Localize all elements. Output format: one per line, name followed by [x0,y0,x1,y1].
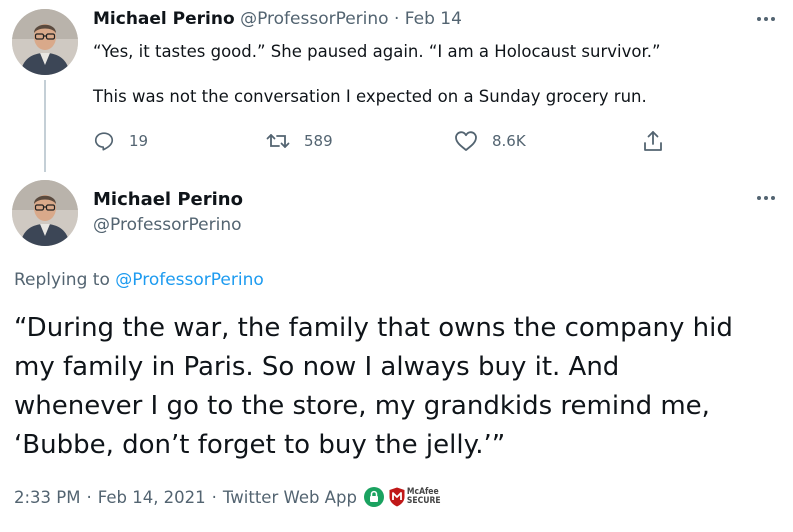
more-icon[interactable] [755,193,777,203]
tweet1-actions: 19 589 8.6K [93,129,673,153]
retweet-icon [266,134,290,148]
mcafee-line2: SECURE [406,496,441,506]
like-button[interactable]: 8.6K [454,129,526,153]
author-handle[interactable]: @ProfessorPerino [93,215,242,235]
reply-icon [94,132,114,151]
replying-to-link[interactable]: @ProfessorPerino [115,270,264,290]
replying-to: Replying to @ProfessorPerino [14,270,264,290]
avatar[interactable] [12,9,78,75]
heart-icon [455,131,477,151]
share-button[interactable] [642,129,678,153]
reply-count: 19 [129,132,149,150]
mcafee-shield-icon [389,487,405,507]
more-icon[interactable] [755,14,777,24]
mcafee-badge[interactable]: McAfee SECURE [389,487,441,507]
tweet2-text-line: ‘Bubbe, don’t forget to buy the jelly.’” [14,430,506,460]
tweet-meta: 2:33 PM · Feb 14, 2021 · Twitter Web App… [14,487,441,507]
replying-prefix: Replying to [14,270,110,290]
meta-separator: · [86,487,92,507]
author-name[interactable]: Michael Perino [93,189,243,210]
author-handle[interactable]: @ProfessorPerino [240,9,389,29]
header-separator: · [393,9,400,29]
like-count: 8.6K [492,132,526,150]
mcafee-label: McAfee SECURE [407,488,441,506]
thread-line [44,80,46,172]
retweet-button[interactable]: 589 [266,129,333,153]
tweet1-text-line: “Yes, it tastes good.” She paused again.… [93,42,661,61]
tweet-date[interactable]: Feb 14 [405,9,462,29]
tweet2-text-line: “During the war, the family that owns th… [14,313,733,343]
tweet1-text-line: This was not the conversation I expected… [93,87,647,106]
tweet2-body: “During the war, the family that owns th… [14,309,784,465]
tweet1-body: “Yes, it tastes good.” She paused again.… [93,40,661,108]
tweet1-header: Michael Perino @ProfessorPerino · Feb 14 [93,9,462,29]
reply-button[interactable]: 19 [93,129,148,153]
tweet-source[interactable]: Twitter Web App [223,488,357,507]
retweet-count: 589 [304,132,333,150]
meta-separator: · [211,487,217,507]
author-name[interactable]: Michael Perino [93,9,235,29]
tweet-full-date[interactable]: Feb 14, 2021 [98,488,206,507]
tweet-time[interactable]: 2:33 PM [14,488,80,507]
tweet2-text-line: whenever I go to the store, my grandkids… [14,391,710,421]
avatar[interactable] [12,180,78,246]
lock-icon[interactable] [363,487,384,507]
share-icon [644,131,662,151]
tweet2-text-line: my family in Paris. So now I always buy … [14,352,620,382]
